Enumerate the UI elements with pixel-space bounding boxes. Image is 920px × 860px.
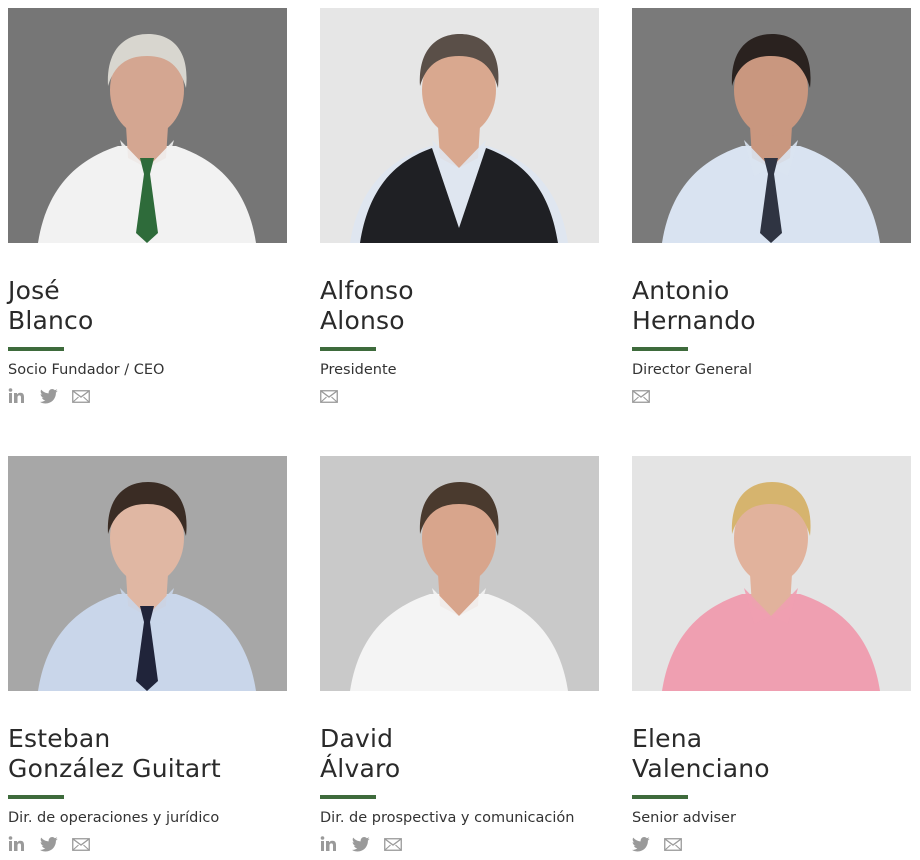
member-first-name: Antonio	[632, 276, 730, 305]
team-grid: José Blanco Socio Fundador / CEO Alfonso…	[0, 0, 920, 860]
member-role: Socio Fundador / CEO	[8, 362, 165, 378]
email-icon[interactable]	[72, 387, 90, 405]
email-icon[interactable]	[384, 835, 402, 853]
member-first-name: José	[8, 276, 60, 305]
member-last-name: González Guitart	[8, 754, 221, 783]
twitter-icon[interactable]	[352, 835, 370, 853]
member-last-name: Álvaro	[320, 754, 401, 783]
accent-divider	[8, 795, 64, 799]
profile-photo	[8, 8, 287, 243]
twitter-icon[interactable]	[632, 835, 650, 853]
member-role: Dir. de operaciones y jurídico	[8, 810, 220, 826]
profile-photo	[320, 8, 599, 243]
member-role: Dir. de prospectiva y comunicación	[320, 810, 575, 826]
accent-divider	[320, 347, 376, 351]
member-name: David Álvaro	[320, 724, 400, 784]
linkedin-icon[interactable]	[8, 387, 26, 405]
accent-divider	[632, 795, 688, 799]
linkedin-icon[interactable]	[320, 835, 338, 853]
email-icon[interactable]	[320, 387, 338, 405]
email-icon[interactable]	[664, 835, 682, 853]
member-last-name: Alonso	[320, 306, 405, 335]
member-name: José Blanco	[8, 276, 94, 336]
member-name: Antonio Hernando	[632, 276, 756, 336]
member-first-name: Elena	[632, 724, 703, 753]
member-name: Elena Valenciano	[632, 724, 770, 784]
profile-photo	[632, 456, 911, 691]
email-icon[interactable]	[632, 387, 650, 405]
profile-photo	[8, 456, 287, 691]
member-role: Presidente	[320, 362, 397, 378]
member-first-name: Esteban	[8, 724, 111, 753]
twitter-icon[interactable]	[40, 387, 58, 405]
member-role: Senior adviser	[632, 810, 736, 826]
member-first-name: David	[320, 724, 394, 753]
member-last-name: Blanco	[8, 306, 94, 335]
member-name: Alfonso Alonso	[320, 276, 414, 336]
linkedin-icon[interactable]	[8, 835, 26, 853]
social-links	[320, 385, 338, 407]
profile-photo	[320, 456, 599, 691]
profile-photo	[632, 8, 911, 243]
member-name: Esteban González Guitart	[8, 724, 221, 784]
social-links	[8, 385, 90, 407]
social-links	[632, 385, 650, 407]
member-last-name: Hernando	[632, 306, 756, 335]
accent-divider	[320, 795, 376, 799]
member-role: Director General	[632, 362, 753, 378]
twitter-icon[interactable]	[40, 835, 58, 853]
member-first-name: Alfonso	[320, 276, 414, 305]
email-icon[interactable]	[72, 835, 90, 853]
accent-divider	[8, 347, 64, 351]
accent-divider	[632, 347, 688, 351]
social-links	[8, 833, 90, 855]
social-links	[632, 833, 682, 855]
member-last-name: Valenciano	[632, 754, 770, 783]
social-links	[320, 833, 402, 855]
